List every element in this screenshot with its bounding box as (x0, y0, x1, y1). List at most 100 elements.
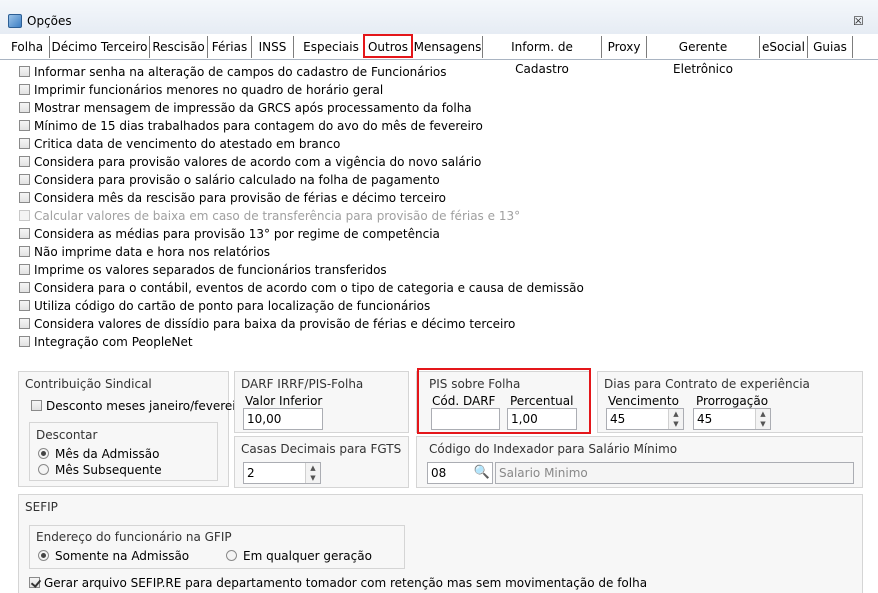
gerar-sefip-row[interactable]: Gerar arquivo SEFIP.RE para departamento… (29, 576, 647, 590)
option-label: Utiliza código do cartão de ponto para l… (34, 299, 431, 313)
group-title: DARF IRRF/PIS-Folha (241, 377, 364, 391)
option-checkbox[interactable] (19, 336, 30, 347)
radio-label: Em qualquer geração (243, 549, 372, 563)
option-checkbox[interactable] (19, 246, 30, 257)
prorrogacao-label: Prorrogação (696, 394, 769, 408)
spinner[interactable]: ▲ ▼ (305, 463, 320, 483)
spin-down-icon[interactable]: ▼ (669, 419, 683, 429)
spin-down-icon[interactable]: ▼ (756, 419, 770, 429)
dias-contrato-group: Dias para Contrato de experiência Vencim… (597, 371, 863, 433)
option-row[interactable]: Informar senha na alteração de campos do… (19, 64, 447, 82)
option-label: Mostrar mensagem de impressão da GRCS ap… (34, 101, 472, 115)
tab-folha[interactable]: Folha (5, 36, 50, 58)
tab-esocial[interactable]: eSocial (760, 36, 808, 58)
tab-gerente-eletronico[interactable]: Gerente Eletrônico (647, 36, 760, 76)
radio-icon[interactable] (38, 550, 49, 561)
option-checkbox[interactable] (19, 318, 30, 329)
valor-inferior-input[interactable]: 10,00 (243, 408, 323, 430)
endereco-gfip-group: Endereço do funcionário na GFIP Somente … (29, 525, 405, 569)
radio-icon[interactable] (38, 464, 49, 475)
option-checkbox[interactable] (19, 228, 30, 239)
spinner[interactable]: ▲ ▼ (668, 409, 683, 429)
option-checkbox[interactable] (19, 282, 30, 293)
tab-inss[interactable]: INSS (252, 36, 294, 58)
option-label: Considera para provisão valores de acord… (34, 155, 482, 169)
indexador-desc-input: Salario Minimo (495, 462, 854, 484)
spin-up-icon[interactable]: ▲ (756, 409, 770, 419)
prorrogacao-input[interactable]: 45 ▲ ▼ (693, 408, 771, 430)
tab-outros[interactable]: Outros (363, 34, 413, 58)
tab-inform-cadastro[interactable]: Inform. de Cadastro (483, 36, 602, 76)
spin-down-icon[interactable]: ▼ (306, 473, 320, 483)
casas-decimais-group: Casas Decimais para FGTS 2 ▲ ▼ (234, 436, 409, 488)
option-checkbox[interactable] (19, 84, 30, 95)
option-label: Considera mês da rescisão para provisão … (34, 191, 447, 205)
tab-decimo-terceiro[interactable]: Décimo Terceiro (50, 36, 150, 58)
vencimento-value: 45 (610, 412, 626, 426)
contribuicao-sindical-group: Contribuição Sindical Desconto meses jan… (18, 371, 248, 487)
option-label: Calcular valores de baixa em caso de tra… (34, 209, 521, 223)
vencimento-label: Vencimento (608, 394, 679, 408)
option-checkbox[interactable] (19, 300, 30, 311)
tab-guias[interactable]: Guias (808, 36, 853, 58)
option-label: Considera para o contábil, eventos de ac… (34, 281, 584, 295)
tab-mensagens[interactable]: Mensagens (413, 36, 483, 58)
option-label: Informar senha na alteração de campos do… (34, 65, 447, 79)
tab-proxy[interactable]: Proxy (602, 36, 647, 58)
spin-up-icon[interactable]: ▲ (669, 409, 683, 419)
radio-qualquer-geracao[interactable]: Em qualquer geração (226, 549, 372, 563)
option-checkbox[interactable] (19, 264, 30, 275)
spinner[interactable]: ▲ ▼ (755, 409, 770, 429)
radio-mes-subsequente[interactable]: Mês Subsequente (38, 463, 162, 477)
option-row[interactable]: Não imprime data e hora nos relatórios (19, 244, 270, 262)
indexador-code-input[interactable]: 08 🔍 (427, 462, 493, 484)
option-label: Considera para provisão o salário calcul… (34, 173, 440, 187)
casas-decimais-input[interactable]: 2 ▲ ▼ (243, 462, 321, 484)
option-label: Integração com PeopleNet (34, 335, 193, 349)
tab-ferias[interactable]: Férias (208, 36, 252, 58)
option-row[interactable]: Considera as médias para provisão 13° po… (19, 226, 440, 244)
option-checkbox[interactable] (19, 192, 30, 203)
sefip-group: SEFIP Endereço do funcionário na GFIP So… (18, 494, 863, 593)
option-checkbox[interactable] (19, 120, 30, 131)
descontar-title: Descontar (36, 428, 98, 442)
option-label: Não imprime data e hora nos relatórios (34, 245, 271, 259)
option-checkbox[interactable] (19, 156, 30, 167)
vencimento-input[interactable]: 45 ▲ ▼ (606, 408, 684, 430)
close-icon[interactable]: ☒ (853, 14, 864, 28)
option-checkbox[interactable] (19, 102, 30, 113)
tab-especiais[interactable]: Especiais (300, 36, 362, 58)
radio-icon[interactable] (38, 448, 49, 459)
gerar-sefip-label: Gerar arquivo SEFIP.RE para departamento… (44, 576, 648, 590)
gerar-sefip-checkbox[interactable] (29, 577, 40, 588)
option-row[interactable]: Mostrar mensagem de impressão da GRCS ap… (19, 100, 472, 118)
option-row[interactable]: Considera para provisão o salário calcul… (19, 172, 440, 190)
radio-icon[interactable] (226, 550, 237, 561)
option-row[interactable]: Utiliza código do cartão de ponto para l… (19, 298, 430, 316)
option-row[interactable]: Integração com PeopleNet (19, 334, 193, 352)
spin-up-icon[interactable]: ▲ (306, 463, 320, 473)
option-checkbox[interactable] (19, 174, 30, 185)
tab-rescisao[interactable]: Rescisão (150, 36, 208, 58)
descontar-group: Descontar Mês da Admissão Mês Subsequent… (29, 422, 218, 481)
option-checkbox[interactable] (19, 66, 30, 77)
desconto-checkbox[interactable] (31, 400, 42, 411)
option-label: Considera as médias para provisão 13° po… (34, 227, 440, 241)
window-title: Opções (27, 14, 72, 28)
desconto-label: Desconto meses janeiro/fevereiro (46, 399, 248, 413)
radio-somente-admissao[interactable]: Somente na Admissão (38, 549, 189, 563)
option-row[interactable]: Imprime os valores separados de funcioná… (19, 262, 387, 280)
option-row[interactable]: Mínimo de 15 dias trabalhados para conta… (19, 118, 483, 136)
option-row[interactable]: Considera valores de dissídio para baixa… (19, 316, 515, 334)
group-title: Contribuição Sindical (25, 377, 152, 391)
search-icon[interactable]: 🔍 (474, 463, 490, 483)
option-checkbox[interactable] (19, 138, 30, 149)
radio-mes-admissao[interactable]: Mês da Admissão (38, 447, 159, 461)
option-row[interactable]: Considera para provisão valores de acord… (19, 154, 481, 172)
option-row[interactable]: Imprimir funcionários menores no quadro … (19, 82, 383, 100)
option-row[interactable]: Considera mês da rescisão para provisão … (19, 190, 446, 208)
option-row[interactable]: Considera para o contábil, eventos de ac… (19, 280, 584, 298)
desconto-checkbox-row[interactable]: Desconto meses janeiro/fevereiro (31, 399, 248, 413)
indexador-group: Código do Indexador para Salário Mínimo … (416, 436, 863, 488)
option-row[interactable]: Critica data de vencimento do atestado e… (19, 136, 340, 154)
